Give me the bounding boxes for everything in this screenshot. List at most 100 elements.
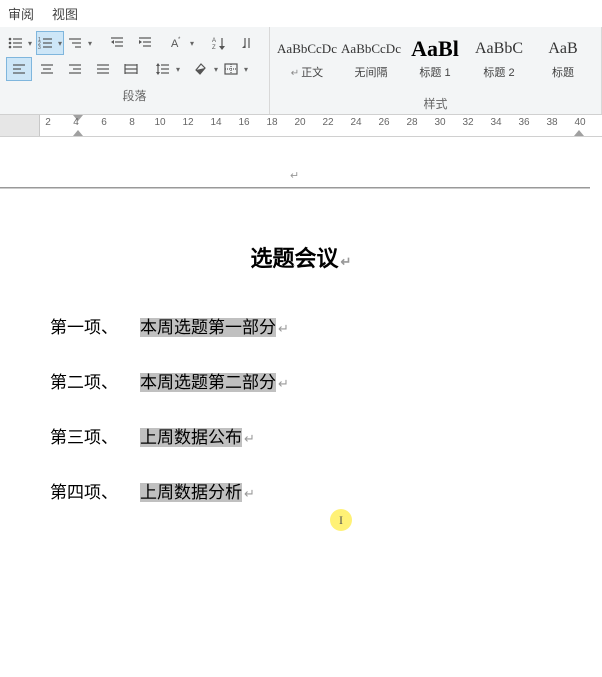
- doc-title: 选题会议↵: [50, 241, 552, 273]
- ruler-tick: 2: [45, 117, 51, 128]
- styles-group-label: 样式: [276, 89, 595, 112]
- multilevel-button[interactable]: [66, 31, 94, 55]
- align-right-icon: [67, 61, 83, 77]
- borders-button[interactable]: [222, 57, 250, 81]
- return-mark: ↵: [244, 431, 255, 446]
- tab-review[interactable]: 审阅: [8, 4, 34, 23]
- paragraph-group: 123 A* AZ: [0, 27, 270, 114]
- ruler-tick: 12: [182, 117, 193, 128]
- ruler-tick: 4: [73, 117, 79, 128]
- style-name: 标题: [552, 64, 574, 80]
- tab-view[interactable]: 视图: [52, 4, 78, 23]
- style-name: 正文: [291, 64, 323, 80]
- align-right-button[interactable]: [62, 57, 88, 81]
- ruler-tick: 30: [434, 117, 445, 128]
- style-preview: AaBl: [411, 34, 459, 64]
- svg-text:*: *: [178, 37, 181, 43]
- ribbon: 123 A* AZ: [0, 27, 602, 115]
- ruler-tick: 14: [210, 117, 221, 128]
- show-marks-button[interactable]: [234, 31, 260, 55]
- bullets-icon: [7, 35, 23, 51]
- shading-button[interactable]: [192, 57, 220, 81]
- style-name: 标题 1: [419, 64, 450, 80]
- ruler-tick: 34: [490, 117, 501, 128]
- selected-text: 本周选题第一部分: [140, 318, 276, 337]
- line-spacing-icon: [155, 61, 171, 77]
- selected-text: 本周选题第二部分: [140, 373, 276, 392]
- right-indent-marker[interactable]: [574, 130, 584, 136]
- hanging-indent-marker[interactable]: [73, 130, 83, 136]
- list-item: 第四项、上周数据分析↵: [50, 478, 552, 503]
- align-left-button[interactable]: [6, 57, 32, 81]
- svg-text:3: 3: [38, 45, 41, 51]
- item-number: 第二项、: [50, 368, 140, 393]
- style-preview: AaB: [548, 34, 577, 64]
- style-preview: AaBbCcDc: [341, 34, 401, 64]
- style-preview: AaBbC: [475, 34, 523, 64]
- pilcrow-icon: [239, 35, 255, 51]
- increase-indent-button[interactable]: [132, 31, 158, 55]
- style-标题 2[interactable]: AaBbC标题 2: [468, 31, 530, 89]
- svg-text:Z: Z: [212, 45, 216, 51]
- style-name: 无间隔: [355, 64, 388, 80]
- ruler-tick: 10: [154, 117, 165, 128]
- ruler-tick: 6: [101, 117, 107, 128]
- style-name: 标题 2: [483, 64, 514, 80]
- align-distribute-icon: [123, 61, 139, 77]
- item-text: 本周选题第一部分↵: [140, 313, 289, 338]
- decrease-indent-button[interactable]: [104, 31, 130, 55]
- selected-text: 上周数据公布: [140, 428, 242, 447]
- bullets-button[interactable]: [6, 31, 34, 55]
- align-justify-button[interactable]: [90, 57, 116, 81]
- item-number: 第四项、: [50, 478, 140, 503]
- page: 选题会议↵ 第一项、本周选题第一部分↵第二项、本周选题第二部分↵第三项、上周数据…: [0, 199, 602, 575]
- item-number: 第一项、: [50, 313, 140, 338]
- style-标题 1[interactable]: AaBl标题 1: [404, 31, 466, 89]
- outdent-icon: [109, 35, 125, 51]
- style-正文[interactable]: AaBbCcDc正文: [276, 31, 338, 89]
- styles-group: AaBbCcDc正文AaBbCcDc无间隔AaBl标题 1AaBbC标题 2Aa…: [270, 27, 602, 114]
- header-return-mark: ↵: [290, 169, 299, 182]
- document-area[interactable]: ↵ 选题会议↵ 第一项、本周选题第一部分↵第二项、本周选题第二部分↵第三项、上周…: [0, 137, 602, 677]
- asian-layout-button[interactable]: A*: [168, 31, 196, 55]
- align-center-icon: [39, 61, 55, 77]
- align-left-icon: [11, 61, 27, 77]
- sort-button[interactable]: AZ: [206, 31, 232, 55]
- ruler-tick: 26: [378, 117, 389, 128]
- svg-text:A: A: [212, 38, 216, 44]
- ruler-tick: 24: [350, 117, 361, 128]
- asian-layout-icon: A*: [169, 35, 185, 51]
- ruler-tick: 20: [294, 117, 305, 128]
- ruler-tick: 28: [406, 117, 417, 128]
- return-mark: ↵: [278, 321, 289, 336]
- list-item: 第二项、本周选题第二部分↵: [50, 368, 552, 393]
- ruler-margin: [0, 115, 40, 136]
- numbering-button[interactable]: 123: [36, 31, 64, 55]
- ruler-tick: 36: [518, 117, 529, 128]
- ruler-tick: 40: [574, 117, 585, 128]
- return-mark: ↵: [278, 376, 289, 391]
- ruler-tick: 38: [546, 117, 557, 128]
- numbering-icon: 123: [37, 35, 53, 51]
- list-item: 第一项、本周选题第一部分↵: [50, 313, 552, 338]
- list-item: 第三项、上周数据公布↵: [50, 423, 552, 448]
- header-separator: [0, 187, 590, 189]
- return-mark: ↵: [244, 486, 255, 501]
- style-标题[interactable]: AaB标题: [532, 31, 594, 89]
- multilevel-icon: [67, 35, 83, 51]
- borders-icon: [223, 61, 239, 77]
- align-center-button[interactable]: [34, 57, 60, 81]
- shading-icon: [193, 61, 209, 77]
- selected-text: 上周数据分析: [140, 483, 242, 502]
- style-preview: AaBbCcDc: [277, 34, 337, 64]
- align-distribute-button[interactable]: [118, 57, 144, 81]
- ruler-tick: 22: [322, 117, 333, 128]
- line-spacing-button[interactable]: [154, 57, 182, 81]
- ruler[interactable]: 246810121416182022242628303234363840: [0, 115, 602, 137]
- item-text: 上周数据分析↵: [140, 478, 255, 503]
- item-text: 本周选题第二部分↵: [140, 368, 289, 393]
- indent-icon: [137, 35, 153, 51]
- style-无间隔[interactable]: AaBbCcDc无间隔: [340, 31, 402, 89]
- ruler-tick: 8: [129, 117, 135, 128]
- align-justify-icon: [95, 61, 111, 77]
